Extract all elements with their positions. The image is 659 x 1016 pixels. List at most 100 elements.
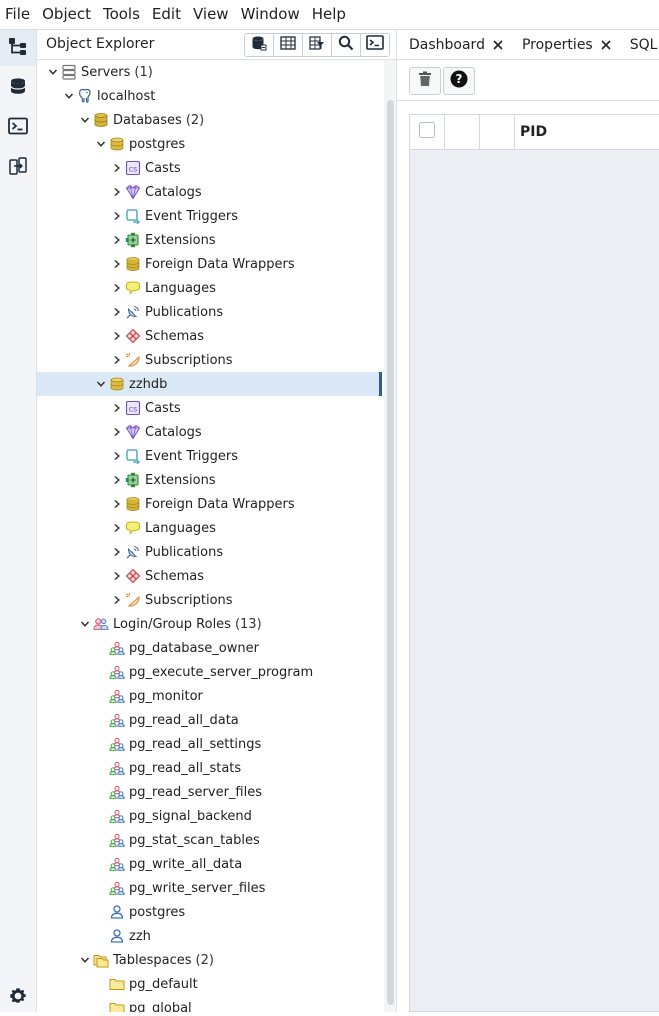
group-role-icon: [109, 712, 125, 728]
tree-node[interactable]: Servers (1): [37, 60, 382, 84]
chevron-down-icon[interactable]: [93, 372, 109, 396]
tree-node-label: pg_read_all_data: [129, 712, 239, 728]
search-objects-button[interactable]: [332, 34, 361, 56]
menu-help[interactable]: Help: [306, 0, 352, 29]
tree-node[interactable]: pg_signal_backend: [37, 804, 382, 828]
tree-node[interactable]: pg_read_all_stats: [37, 756, 382, 780]
tree-node[interactable]: zzh: [37, 924, 382, 948]
chevron-down-icon[interactable]: [77, 948, 93, 972]
chevron-right-icon[interactable]: [109, 468, 125, 492]
chevron-down-icon[interactable]: [45, 60, 61, 84]
chevron-right-icon[interactable]: [109, 588, 125, 612]
svg-text:?: ?: [456, 72, 463, 86]
group-role-icon: [109, 688, 125, 704]
tree-node[interactable]: localhost: [37, 84, 382, 108]
tree-node[interactable]: Event Triggers: [37, 204, 382, 228]
chevron-right-icon[interactable]: [109, 252, 125, 276]
chevron-right-icon[interactable]: [109, 156, 125, 180]
tree-node[interactable]: pg_read_server_files: [37, 780, 382, 804]
chevron-down-icon[interactable]: [61, 84, 77, 108]
tab-sql[interactable]: SQL: [618, 30, 659, 59]
tree-node[interactable]: Foreign Data Wrappers: [37, 252, 382, 276]
chevron-right-icon[interactable]: [109, 276, 125, 300]
tree-node[interactable]: Catalogs: [37, 420, 382, 444]
publications-icon: [125, 304, 141, 320]
filtered-rows-button[interactable]: [303, 34, 332, 56]
tree-node[interactable]: Extensions: [37, 468, 382, 492]
tree-node[interactable]: Languages: [37, 516, 382, 540]
chevron-right-icon[interactable]: [109, 228, 125, 252]
tree-node[interactable]: pg_database_owner: [37, 636, 382, 660]
schema-diff-rail-button[interactable]: [0, 150, 36, 186]
tree-node[interactable]: Subscriptions: [37, 588, 382, 612]
tree-node[interactable]: pg_write_server_files: [37, 876, 382, 900]
chevron-right-icon[interactable]: [109, 300, 125, 324]
chevron-down-icon[interactable]: [77, 612, 93, 636]
chevron-right-icon[interactable]: [109, 444, 125, 468]
tree-node[interactable]: pg_write_all_data: [37, 852, 382, 876]
scrollbar-thumb[interactable]: [387, 100, 394, 1005]
tree-node[interactable]: Login/Group Roles (13): [37, 612, 382, 636]
object-explorer-rail-button[interactable]: [0, 30, 36, 66]
close-icon[interactable]: [492, 39, 504, 51]
tree-node[interactable]: Languages: [37, 276, 382, 300]
psql-tool-button[interactable]: [361, 34, 389, 56]
tree-node[interactable]: pg_default: [37, 972, 382, 996]
tree-scrollbar[interactable]: [384, 60, 396, 1012]
chevron-right-icon[interactable]: [109, 516, 125, 540]
chevron-right-icon[interactable]: [109, 180, 125, 204]
tree-node[interactable]: pg_global: [37, 996, 382, 1012]
tree-node[interactable]: Publications: [37, 540, 382, 564]
chevron-right-icon[interactable]: [109, 204, 125, 228]
help-button[interactable]: ?: [443, 67, 475, 95]
tree-node[interactable]: zzhdb: [37, 372, 382, 396]
menu-tools[interactable]: Tools: [97, 0, 146, 29]
chevron-right-icon[interactable]: [109, 324, 125, 348]
chevron-down-icon[interactable]: [77, 108, 93, 132]
tree-node[interactable]: pg_read_all_settings: [37, 732, 382, 756]
menu-view[interactable]: View: [187, 0, 235, 29]
tree-node[interactable]: pg_read_all_data: [37, 708, 382, 732]
chevron-right-icon[interactable]: [109, 348, 125, 372]
chevron-right-icon[interactable]: [109, 420, 125, 444]
databases-rail-button[interactable]: [0, 70, 36, 106]
tree-node[interactable]: pg_execute_server_program: [37, 660, 382, 684]
tree-node[interactable]: cs Casts: [37, 396, 382, 420]
chevron-right-icon[interactable]: [109, 492, 125, 516]
tree-node[interactable]: Catalogs: [37, 180, 382, 204]
tree-node[interactable]: cs Casts: [37, 156, 382, 180]
filter-table-icon: [309, 35, 325, 55]
close-icon[interactable]: [600, 39, 612, 51]
menu-window[interactable]: Window: [235, 0, 306, 29]
tab-dashboard[interactable]: Dashboard: [397, 30, 510, 59]
chevron-down-icon[interactable]: [93, 132, 109, 156]
tree-node[interactable]: pg_monitor: [37, 684, 382, 708]
tree-node[interactable]: Schemas: [37, 324, 382, 348]
menu-file[interactable]: File: [0, 0, 36, 29]
tree-node[interactable]: Databases (2): [37, 108, 382, 132]
tree-node[interactable]: Subscriptions: [37, 348, 382, 372]
tree-node[interactable]: postgres: [37, 900, 382, 924]
view-data-button[interactable]: [274, 34, 303, 56]
tree-node[interactable]: postgres: [37, 132, 382, 156]
tree-node[interactable]: Event Triggers: [37, 444, 382, 468]
terminate-session-button[interactable]: [409, 67, 441, 95]
tree-node[interactable]: Foreign Data Wrappers: [37, 492, 382, 516]
menu-object[interactable]: Object: [36, 0, 97, 29]
query-tool-rail-button[interactable]: [0, 110, 36, 146]
chevron-right-icon[interactable]: [109, 396, 125, 420]
tree-node[interactable]: Tablespaces (2): [37, 948, 382, 972]
chevron-right-icon[interactable]: [109, 564, 125, 588]
tree-node[interactable]: pg_stat_scan_tables: [37, 828, 382, 852]
tree-node[interactable]: Schemas: [37, 564, 382, 588]
query-tool-button[interactable]: [245, 34, 274, 56]
chevron-right-icon[interactable]: [109, 540, 125, 564]
pid-column-header[interactable]: PID: [515, 115, 659, 149]
tree-node[interactable]: Extensions: [37, 228, 382, 252]
menu-edit[interactable]: Edit: [146, 0, 187, 29]
tree-node[interactable]: Publications: [37, 300, 382, 324]
settings-rail-button[interactable]: [0, 980, 36, 1016]
select-all-checkbox[interactable]: [419, 121, 435, 143]
tab-properties[interactable]: Properties: [510, 30, 618, 59]
